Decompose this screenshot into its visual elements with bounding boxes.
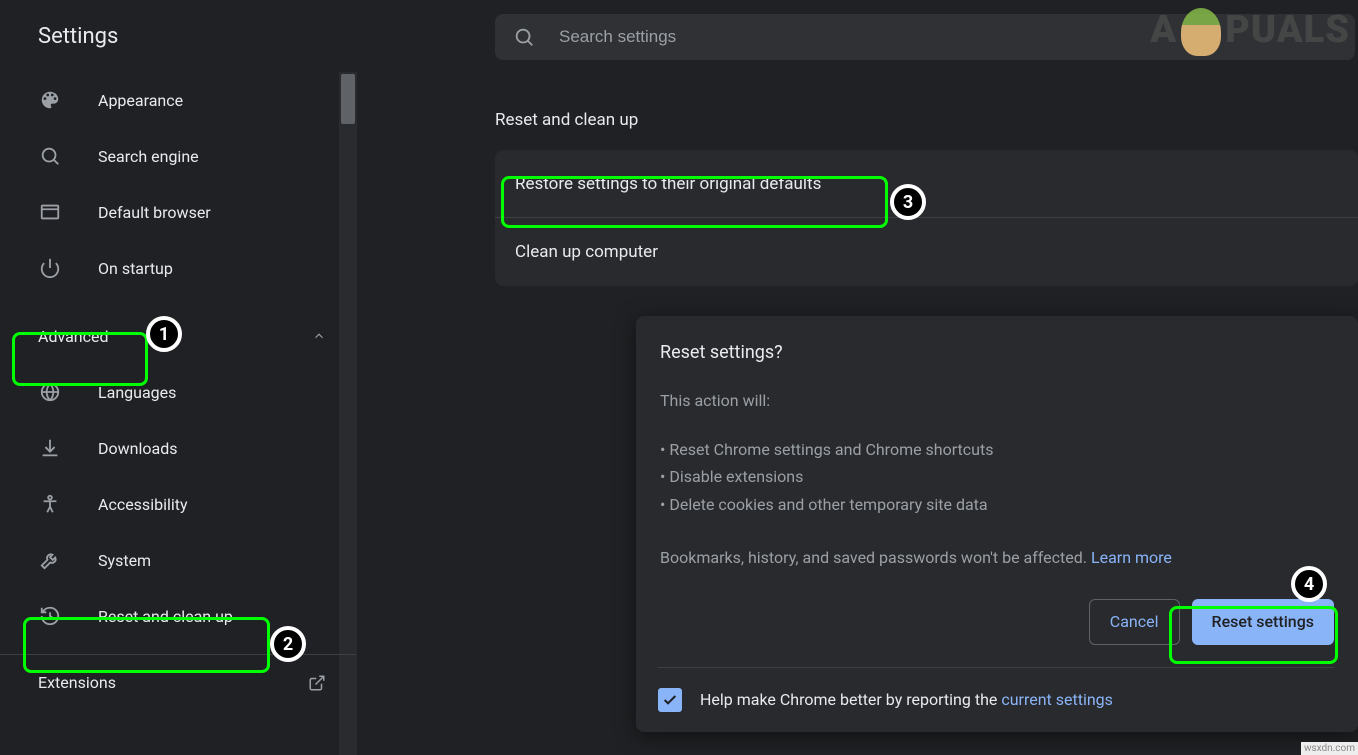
sidebar-item-label: Search engine <box>98 147 199 166</box>
search-icon <box>513 26 535 48</box>
mascot-icon <box>1181 8 1221 56</box>
sidebar-item-label: Downloads <box>98 439 177 458</box>
sidebar-item-label: On startup <box>98 259 173 278</box>
wrench-icon <box>38 548 62 572</box>
advanced-label: Advanced <box>38 327 109 346</box>
globe-icon <box>38 380 62 404</box>
current-settings-link[interactable]: current settings <box>1001 690 1113 709</box>
annotation-badge-1: 1 <box>146 316 182 352</box>
sidebar-item-label: Appearance <box>98 91 183 110</box>
restore-icon <box>38 604 62 628</box>
reset-dialog: Reset settings? This action will: • Rese… <box>636 316 1358 732</box>
sidebar-item-accessibility[interactable]: Accessibility <box>0 476 356 532</box>
sidebar-item-label: Reset and clean up <box>98 607 233 626</box>
dialog-intro: This action will: <box>660 387 1334 414</box>
annotation-badge-4: 4 <box>1291 566 1327 602</box>
annotation-badge-3: 3 <box>890 184 926 220</box>
sidebar-item-extensions[interactable]: Extensions <box>0 654 356 710</box>
dialog-title: Reset settings? <box>660 342 1334 363</box>
settings-card: Restore settings to their original defau… <box>495 150 1358 286</box>
checkbox-label: Help make Chrome better by reporting the… <box>700 690 1113 709</box>
sidebar-item-on-startup[interactable]: On startup <box>0 240 356 296</box>
cancel-button[interactable]: Cancel <box>1089 599 1180 645</box>
extensions-label: Extensions <box>38 673 116 692</box>
accessibility-icon <box>38 492 62 516</box>
chevron-up-icon <box>312 329 326 343</box>
sidebar-item-search-engine[interactable]: Search engine <box>0 128 356 184</box>
settings-row-label: Clean up computer <box>515 242 658 262</box>
settings-row-label: Restore settings to their original defau… <box>515 174 821 194</box>
sidebar-item-label: Languages <box>98 383 176 402</box>
sidebar-item-label: Default browser <box>98 203 211 222</box>
dialog-bullet: • Delete cookies and other temporary sit… <box>660 491 1334 518</box>
watermark-source: wsxdn.com <box>1301 742 1358 755</box>
reset-settings-button[interactable]: Reset settings <box>1192 599 1335 645</box>
open-external-icon <box>308 674 326 692</box>
dialog-footer-text: Bookmarks, history, and saved passwords … <box>660 544 1334 571</box>
sidebar-item-system[interactable]: System <box>0 532 356 588</box>
download-icon <box>38 436 62 460</box>
watermark-logo: A APPUALS PUALS <box>1150 8 1350 56</box>
search-icon <box>38 144 62 168</box>
power-icon <box>38 256 62 280</box>
dialog-buttons: Cancel Reset settings <box>660 599 1334 645</box>
sidebar-item-default-browser[interactable]: Default browser <box>0 184 356 240</box>
sidebar-item-label: Accessibility <box>98 495 188 514</box>
learn-more-link[interactable]: Learn more <box>1091 548 1172 567</box>
browser-icon <box>38 200 62 224</box>
sidebar-item-label: System <box>98 551 151 570</box>
report-checkbox[interactable] <box>658 688 682 712</box>
sidebar-item-downloads[interactable]: Downloads <box>0 420 356 476</box>
page-title: Settings <box>38 24 118 49</box>
dialog-list: • Reset Chrome settings and Chrome short… <box>660 436 1334 518</box>
sidebar-item-appearance[interactable]: Appearance <box>0 72 356 128</box>
settings-row-restore[interactable]: Restore settings to their original defau… <box>495 150 1358 218</box>
annotation-badge-2: 2 <box>270 626 306 662</box>
palette-icon <box>38 88 62 112</box>
sidebar-item-languages[interactable]: Languages <box>0 364 356 420</box>
section-title: Reset and clean up <box>495 110 1358 130</box>
settings-row-cleanup[interactable]: Clean up computer <box>495 218 1358 286</box>
dialog-bullet: • Reset Chrome settings and Chrome short… <box>660 436 1334 463</box>
dialog-checkbox-row: Help make Chrome better by reporting the… <box>658 667 1334 712</box>
main-content: Reset and clean up Restore settings to t… <box>495 110 1358 286</box>
dialog-bullet: • Disable extensions <box>660 463 1334 490</box>
